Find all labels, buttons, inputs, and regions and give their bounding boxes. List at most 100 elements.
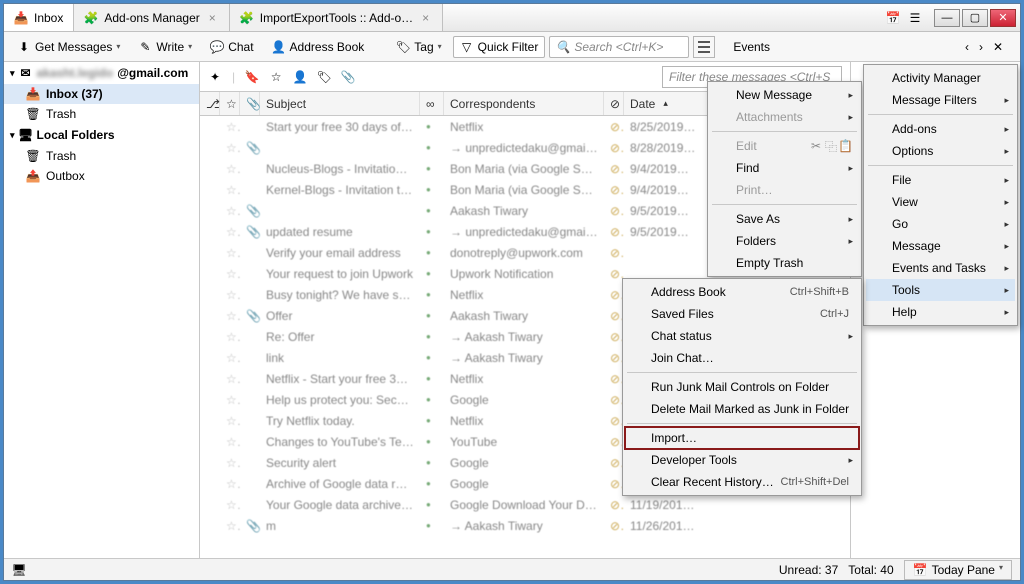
close-button[interactable]: ✕ (990, 9, 1016, 27)
menu-help[interactable]: Help▸ (866, 301, 1015, 323)
menu-new-message[interactable]: New Message▸ (710, 84, 859, 106)
calendar-icon: 📅 (913, 563, 928, 577)
attachment-icon[interactable]: 📎 (341, 70, 355, 84)
status-bar: 🖥 Unread: 37 Total: 40 📅Today Pane▾ (4, 558, 1020, 580)
col-subject[interactable]: Subject (260, 92, 420, 115)
table-row[interactable]: ☆Your Google data archive i…●Google Down… (200, 494, 850, 515)
search-icon: 🔍 (556, 40, 570, 54)
tab-label: ImportExportTools :: Add-o… (260, 11, 413, 25)
tasks-icon[interactable]: ☰ (908, 11, 922, 25)
mail-icon: ✉ (19, 66, 33, 80)
events-title: Events (733, 40, 770, 54)
account-header[interactable]: ▾✉akasht.legido@gmail.com (4, 62, 199, 84)
menu-empty-trash[interactable]: Empty Trash (710, 252, 859, 274)
menu-run-junk[interactable]: Run Junk Mail Controls on Folder (625, 376, 859, 398)
address-book-button[interactable]: 👤Address Book (265, 36, 372, 58)
menu-view[interactable]: View▸ (866, 191, 1015, 213)
menu-import[interactable]: Import… (625, 427, 859, 449)
col-read[interactable]: ∞ (420, 92, 444, 115)
puzzle-icon: 🧩 (84, 11, 98, 25)
maximize-button[interactable]: ▢ (962, 9, 988, 27)
tab-inbox[interactable]: 📥 Inbox (4, 4, 74, 31)
menu-save-as[interactable]: Save As▸ (710, 208, 859, 230)
download-icon: ⬇ (17, 40, 31, 54)
tag-button[interactable]: 🏷Tag▾ (389, 36, 448, 58)
menu-join-chat[interactable]: Join Chat… (625, 347, 859, 369)
star-icon[interactable]: ☆ (269, 70, 283, 84)
folder-trash[interactable]: 🗑Trash (4, 104, 199, 124)
col-correspondents[interactable]: Correspondents (444, 92, 604, 115)
close-icon[interactable]: × (206, 11, 219, 25)
tab-addons[interactable]: 🧩 Add-ons Manager × (74, 4, 229, 31)
activity-icon[interactable]: 🖥 (12, 563, 26, 577)
quick-filter-button[interactable]: ▽Quick Filter (453, 36, 546, 58)
menu-go[interactable]: Go▸ (866, 213, 1015, 235)
pin-icon[interactable]: ✦ (208, 70, 222, 84)
menu-chat-status[interactable]: Chat status▸ (625, 325, 859, 347)
menu-activity-manager[interactable]: Activity Manager (866, 67, 1015, 89)
menu-delete-junk[interactable]: Delete Mail Marked as Junk in Folder (625, 398, 859, 420)
tools-submenu: Address BookCtrl+Shift+B Saved FilesCtrl… (622, 278, 862, 496)
minimize-button[interactable]: — (934, 9, 960, 27)
contact-icon[interactable]: 👤 (293, 70, 307, 84)
chevron-right-icon: ▸ (1004, 263, 1009, 274)
menu-message-filters[interactable]: Message Filters▸ (866, 89, 1015, 111)
next-icon[interactable]: › (974, 40, 988, 54)
menu-separator (712, 204, 857, 205)
total-count: Total: 40 (848, 563, 893, 577)
menu-clear-history[interactable]: Clear Recent History…Ctrl+Shift+Del (625, 471, 859, 493)
menu-attachments: Attachments▸ (710, 106, 859, 128)
menu-separator (868, 114, 1013, 115)
app-menu: New Message▸ Attachments▸ Edit✂⿻📋 Find▸ … (707, 81, 862, 277)
write-button[interactable]: ✎Write▾ (131, 36, 199, 58)
chevron-right-icon: ▸ (1004, 219, 1009, 230)
folder-inbox[interactable]: 📥Inbox (37) (4, 84, 199, 104)
trash-icon: 🗑 (26, 149, 40, 163)
folder-outbox[interactable]: 📤Outbox (4, 166, 199, 186)
calendar-icon[interactable]: 📅 (886, 11, 900, 25)
address-book-icon: 👤 (272, 40, 286, 54)
folder-trash-local[interactable]: 🗑Trash (4, 146, 199, 166)
menu-tools[interactable]: Tools▸ (866, 279, 1015, 301)
tab-label: Inbox (34, 11, 63, 25)
chevron-down-icon: ▾ (999, 563, 1003, 577)
chevron-down-icon: ▾ (438, 42, 442, 51)
menu-message[interactable]: Message▸ (866, 235, 1015, 257)
col-junk[interactable]: ⊘ (604, 92, 624, 115)
app-menu-button[interactable] (693, 36, 715, 58)
chevron-right-icon: ▸ (848, 90, 853, 101)
menu-address-book[interactable]: Address BookCtrl+Shift+B (625, 281, 859, 303)
menu-developer-tools[interactable]: Developer Tools▸ (625, 449, 859, 471)
title-bar: 📥 Inbox 🧩 Add-ons Manager × 🧩 ImportExpo… (4, 4, 1020, 32)
menu-separator (868, 165, 1013, 166)
chevron-right-icon: ▸ (1004, 197, 1009, 208)
chevron-right-icon: ▸ (1004, 95, 1009, 106)
col-attachment[interactable]: 📎 (240, 92, 260, 115)
chevron-right-icon: ▸ (1004, 241, 1009, 252)
col-thread[interactable]: ⎇ (200, 92, 220, 115)
tag-icon[interactable]: 🏷 (317, 70, 331, 84)
menu-file[interactable]: File▸ (866, 169, 1015, 191)
inbox-icon: 📥 (26, 87, 40, 101)
close-icon[interactable]: ✕ (988, 40, 1008, 54)
search-input[interactable]: 🔍Search <Ctrl+K> (549, 36, 689, 58)
get-messages-button[interactable]: ⬇Get Messages▾ (10, 36, 127, 58)
chevron-down-icon: ▾ (188, 42, 192, 51)
menu-edit: Edit✂⿻📋 (710, 135, 859, 157)
close-icon[interactable]: × (419, 11, 432, 25)
menu-find[interactable]: Find▸ (710, 157, 859, 179)
menu-addons[interactable]: Add-ons▸ (866, 118, 1015, 140)
chat-button[interactable]: 💬Chat (203, 36, 260, 58)
local-folders-header[interactable]: ▾🖥Local Folders (4, 124, 199, 146)
bookmark-icon[interactable]: 🔖 (245, 70, 259, 84)
menu-options[interactable]: Options▸ (866, 140, 1015, 162)
menu-folders[interactable]: Folders▸ (710, 230, 859, 252)
today-pane-button[interactable]: 📅Today Pane▾ (904, 560, 1012, 580)
menu-events-tasks[interactable]: Events and Tasks▸ (866, 257, 1015, 279)
tab-importexport[interactable]: 🧩 ImportExportTools :: Add-o… × (230, 4, 443, 31)
prev-icon[interactable]: ‹ (960, 40, 974, 54)
col-star[interactable]: ☆ (220, 92, 240, 115)
table-row[interactable]: ☆📎m●→ Aakash Tiwary⊘11/26/201… (200, 515, 850, 536)
menu-saved-files[interactable]: Saved FilesCtrl+J (625, 303, 859, 325)
tag-icon: 🏷 (396, 40, 410, 54)
